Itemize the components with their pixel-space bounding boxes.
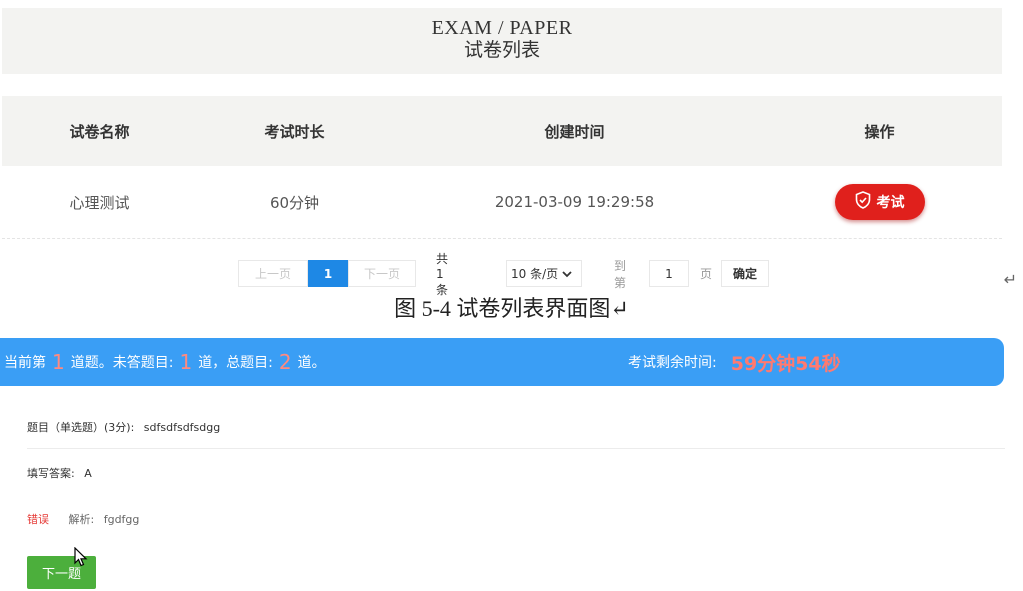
question-title-text: sdfsdfsdfsdgg (143, 421, 221, 434)
unanswered-count: 1 (179, 350, 193, 374)
exam-status-bar: 当前第 1 道题。未答题目: 1 道，总题目: 2 道。 考试剩余时间: 59分… (0, 338, 1004, 386)
chevron-down-icon (562, 267, 572, 281)
page-unit-label: 页 (700, 267, 713, 281)
paper-created-time: 2021-03-09 19:29:58 (494, 193, 655, 211)
unanswered-label: 道题。未答题目: (70, 355, 174, 371)
page-size-value: 10 条/页 (511, 267, 559, 281)
return-mark: ↵ (1003, 270, 1017, 289)
table-row: 心理测试 60分钟 2021-03-09 19:29:58 考试 (2, 166, 1002, 239)
column-header-duration: 考试时长 (264, 122, 325, 141)
analysis-value: fgdfgg (103, 513, 140, 526)
table-header: 试卷名称 考试时长 创建时间 操作 (2, 96, 1002, 166)
progress-prefix: 当前第 (4, 355, 46, 371)
remaining-time-label: 考试剩余时间: (628, 355, 717, 371)
total-count: 共 1 条 (436, 251, 449, 297)
start-exam-button[interactable]: 考试 (834, 184, 925, 220)
answer-label: 填写答案: (27, 467, 75, 480)
total-label: 道，总题目: (198, 355, 273, 371)
shield-check-icon (855, 191, 871, 213)
result-status: 错误 (27, 513, 49, 526)
prev-page-button[interactable]: 上一页 (238, 260, 308, 287)
current-question-number: 1 (52, 350, 65, 374)
start-exam-label: 考试 (876, 195, 905, 211)
divider (27, 448, 1005, 449)
page-title-en: EXAM / PAPER (431, 17, 573, 39)
figure-caption: 图 5-4 试卷列表界面图↵ (394, 296, 629, 321)
question-title: 题目（单选题）(3分): sdfsdfsdfsdgg (27, 419, 220, 435)
page-title-zh: 试卷列表 (463, 40, 540, 61)
total-count-number: 2 (278, 350, 292, 374)
goto-page-input[interactable]: 1 (649, 260, 689, 287)
analysis-label: 解析: (68, 513, 95, 526)
remaining-time-value: 59分钟54秒 (730, 352, 841, 375)
mouse-pointer-icon (74, 546, 88, 571)
page-size-select[interactable]: 10 条/页 (506, 260, 582, 287)
column-header-action: 操作 (864, 122, 895, 141)
answer-value: A (84, 467, 92, 480)
column-header-created: 创建时间 (544, 122, 605, 141)
next-page-button[interactable]: 下一页 (348, 260, 416, 287)
progress-suffix: 道。 (297, 355, 326, 371)
page-1-button[interactable]: 1 (308, 260, 348, 287)
question-title-label: 题目（单选题）(3分): (27, 421, 135, 434)
remaining-time: 考试剩余时间: 59分钟54秒 (628, 338, 841, 386)
result-line: 错误 解析: fgdfgg (27, 511, 139, 527)
goto-confirm-button[interactable]: 确定 (721, 260, 769, 287)
page-header: EXAM / PAPER 试卷列表 (2, 8, 1002, 74)
answer-line: 填写答案: A (27, 465, 92, 481)
question-progress: 当前第 1 道题。未答题目: 1 道，总题目: 2 道。 (4, 338, 326, 386)
goto-label: 到第 (614, 258, 627, 290)
paper-name: 心理测试 (69, 193, 130, 212)
column-header-name: 试卷名称 (69, 122, 130, 141)
paper-duration: 60分钟 (269, 193, 320, 212)
